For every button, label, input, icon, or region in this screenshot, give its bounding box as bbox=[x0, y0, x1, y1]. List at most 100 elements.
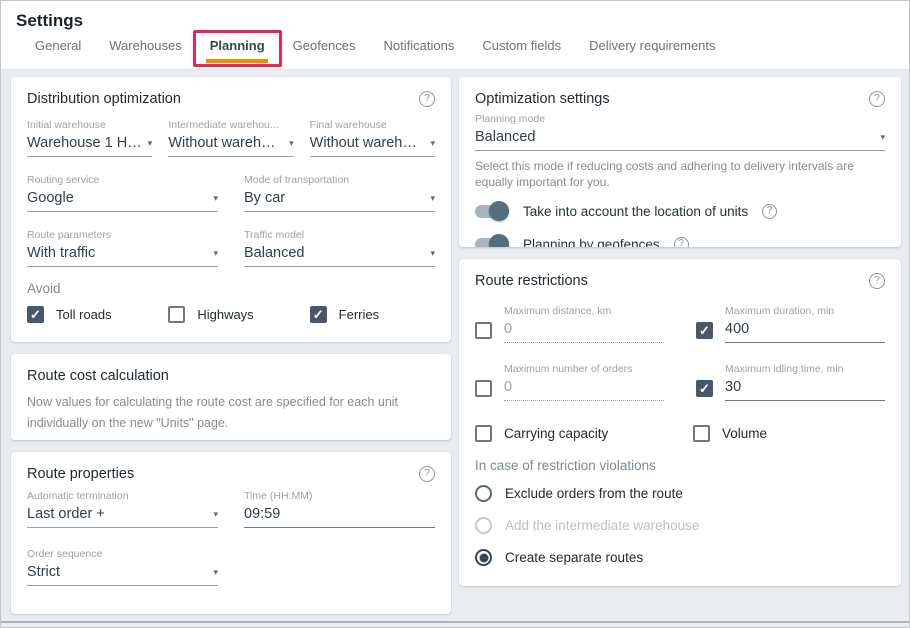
tab-bar: General Warehouses Planning Geofences No… bbox=[1, 29, 909, 66]
field-value: 400 bbox=[725, 321, 749, 337]
automatic-termination-select[interactable]: Automatic termination Last order +▾ bbox=[27, 490, 218, 528]
field-label: Initial warehouse bbox=[27, 119, 152, 131]
max-distance-checkbox[interactable]: ✓ bbox=[475, 322, 492, 339]
field-value: 0 bbox=[504, 321, 512, 337]
tab-custom-fields[interactable]: Custom fields bbox=[468, 28, 575, 66]
field-label: Maximum duration, min bbox=[725, 305, 885, 317]
chevron-down-icon: ▾ bbox=[213, 248, 218, 259]
exclude-orders-radio[interactable]: Exclude orders from the route bbox=[475, 485, 885, 502]
routing-service-select[interactable]: Routing service Google ▾ bbox=[27, 174, 218, 212]
help-icon[interactable]: ? bbox=[674, 237, 689, 247]
highways-checkbox[interactable]: ✓ Highways bbox=[168, 306, 293, 323]
chevron-down-icon: ▾ bbox=[148, 138, 153, 149]
route-cost-calculation-card: Route cost calculation Now values for ca… bbox=[11, 354, 451, 440]
tab-delivery-requirements[interactable]: Delivery requirements bbox=[575, 28, 729, 66]
max-idling-checkbox[interactable]: ✓ bbox=[696, 380, 713, 397]
radio-label: Add the intermediate warehouse bbox=[505, 518, 699, 533]
max-distance-cell: ✓ Maximum distance, km 0 bbox=[475, 305, 664, 343]
field-label: Time (HH:MM) bbox=[244, 490, 435, 502]
carrying-capacity-checkbox[interactable]: ✓ Carrying capacity bbox=[475, 425, 667, 442]
initial-warehouse-select[interactable]: Initial warehouse Warehouse 1 Hann...▾ bbox=[27, 119, 152, 157]
planning-mode-description: Select this mode if reducing costs and a… bbox=[475, 158, 885, 190]
field-value: Last order + bbox=[27, 506, 105, 522]
field-label: Routing service bbox=[27, 174, 218, 186]
field-label: Planning mode bbox=[475, 113, 885, 125]
tab-geofences[interactable]: Geofences bbox=[279, 28, 370, 66]
field-value: Balanced bbox=[475, 129, 535, 145]
order-sequence-select[interactable]: Order sequence Strict▾ bbox=[27, 548, 218, 586]
tab-warehouses[interactable]: Warehouses bbox=[95, 28, 196, 66]
mode-of-transportation-select[interactable]: Mode of transportation By car▾ bbox=[244, 174, 435, 212]
planning-by-geofences-toggle[interactable] bbox=[475, 238, 509, 247]
chevron-down-icon: ▾ bbox=[213, 509, 218, 520]
checkbox: ✓ bbox=[27, 306, 44, 323]
max-idling-input[interactable]: Maximum idling time, min 30 bbox=[725, 363, 885, 401]
max-duration-checkbox[interactable]: ✓ bbox=[696, 322, 713, 339]
tab-notifications[interactable]: Notifications bbox=[370, 28, 469, 66]
chevron-down-icon: ▾ bbox=[430, 248, 435, 259]
field-value: Balanced bbox=[244, 245, 304, 261]
violations-section-label: In case of restriction violations bbox=[475, 458, 885, 473]
field-label: Maximum distance, km bbox=[504, 305, 664, 317]
help-icon[interactable]: ? bbox=[419, 466, 435, 482]
time-input[interactable]: Time (HH:MM) 09:59 bbox=[244, 490, 435, 528]
field-label: Order sequence bbox=[27, 548, 218, 560]
card-title: Distribution optimization bbox=[27, 91, 181, 107]
chevron-down-icon: ▾ bbox=[289, 138, 294, 149]
create-separate-routes-radio[interactable]: Create separate routes bbox=[475, 549, 885, 566]
toggle-label: Take into account the location of units bbox=[523, 204, 748, 219]
field-value: 09:59 bbox=[244, 506, 280, 522]
window-bottom-edge bbox=[1, 621, 909, 623]
help-icon[interactable]: ? bbox=[869, 91, 885, 107]
radio-label: Create separate routes bbox=[505, 550, 643, 565]
max-orders-checkbox[interactable]: ✓ bbox=[475, 380, 492, 397]
avoid-section-label: Avoid bbox=[27, 281, 435, 296]
chevron-down-icon: ▾ bbox=[213, 193, 218, 204]
units-location-toggle-row: Take into account the location of units … bbox=[475, 204, 885, 219]
field-label: Final warehouse bbox=[310, 119, 435, 131]
traffic-model-select[interactable]: Traffic model Balanced▾ bbox=[244, 229, 435, 267]
radio-button bbox=[475, 485, 492, 502]
field-label: Mode of transportation bbox=[244, 174, 435, 186]
route-parameters-select[interactable]: Route parameters With traffic▾ bbox=[27, 229, 218, 267]
ferries-checkbox[interactable]: ✓ Ferries bbox=[310, 306, 435, 323]
planning-mode-select[interactable]: Planning mode Balanced▾ bbox=[475, 113, 885, 151]
volume-checkbox[interactable]: ✓ Volume bbox=[693, 425, 885, 442]
optimization-settings-card: Optimization settings ? Planning mode Ba… bbox=[459, 77, 901, 247]
tab-label: General bbox=[35, 38, 81, 53]
help-icon[interactable]: ? bbox=[869, 273, 885, 289]
help-icon[interactable]: ? bbox=[762, 204, 777, 219]
toggle-label: Planning by geofences bbox=[523, 237, 660, 247]
field-label: Maximum number of orders bbox=[504, 363, 664, 375]
checkbox-label: Ferries bbox=[339, 307, 379, 322]
checkbox: ✓ bbox=[168, 306, 185, 323]
max-duration-input[interactable]: Maximum duration, min 400 bbox=[725, 305, 885, 343]
field-value: Google bbox=[27, 190, 74, 206]
intermediate-warehouse-select[interactable]: Intermediate warehou... Without warehous… bbox=[168, 119, 293, 157]
checkbox: ✓ bbox=[693, 425, 710, 442]
card-title: Optimization settings bbox=[475, 91, 610, 107]
card-title: Route restrictions bbox=[475, 273, 588, 289]
tab-general[interactable]: General bbox=[21, 28, 95, 66]
tab-label: Warehouses bbox=[109, 38, 182, 53]
field-value: Without warehouses bbox=[310, 135, 425, 151]
field-value: Strict bbox=[27, 564, 60, 580]
add-intermediate-warehouse-radio[interactable]: Add the intermediate warehouse bbox=[475, 517, 885, 534]
max-distance-input[interactable]: Maximum distance, km 0 bbox=[504, 305, 664, 343]
field-label: Intermediate warehou... bbox=[168, 119, 293, 131]
checkbox: ✓ bbox=[310, 306, 327, 323]
checkbox-label: Volume bbox=[722, 426, 767, 441]
max-orders-input[interactable]: Maximum number of orders 0 bbox=[504, 363, 664, 401]
radio-button bbox=[475, 517, 492, 534]
help-icon[interactable]: ? bbox=[419, 91, 435, 107]
field-value: Without warehouses bbox=[168, 135, 283, 151]
final-warehouse-select[interactable]: Final warehouse Without warehouses ▾ bbox=[310, 119, 435, 157]
units-location-toggle[interactable] bbox=[475, 205, 509, 218]
distribution-optimization-card: Distribution optimization ? Initial ware… bbox=[11, 77, 451, 342]
page-title: Settings bbox=[1, 1, 909, 31]
tab-planning[interactable]: Planning bbox=[196, 28, 279, 66]
card-title: Route properties bbox=[27, 466, 134, 482]
tab-label: Delivery requirements bbox=[589, 38, 715, 53]
toll-roads-checkbox[interactable]: ✓ Toll roads bbox=[27, 306, 152, 323]
chevron-down-icon: ▾ bbox=[430, 138, 435, 149]
